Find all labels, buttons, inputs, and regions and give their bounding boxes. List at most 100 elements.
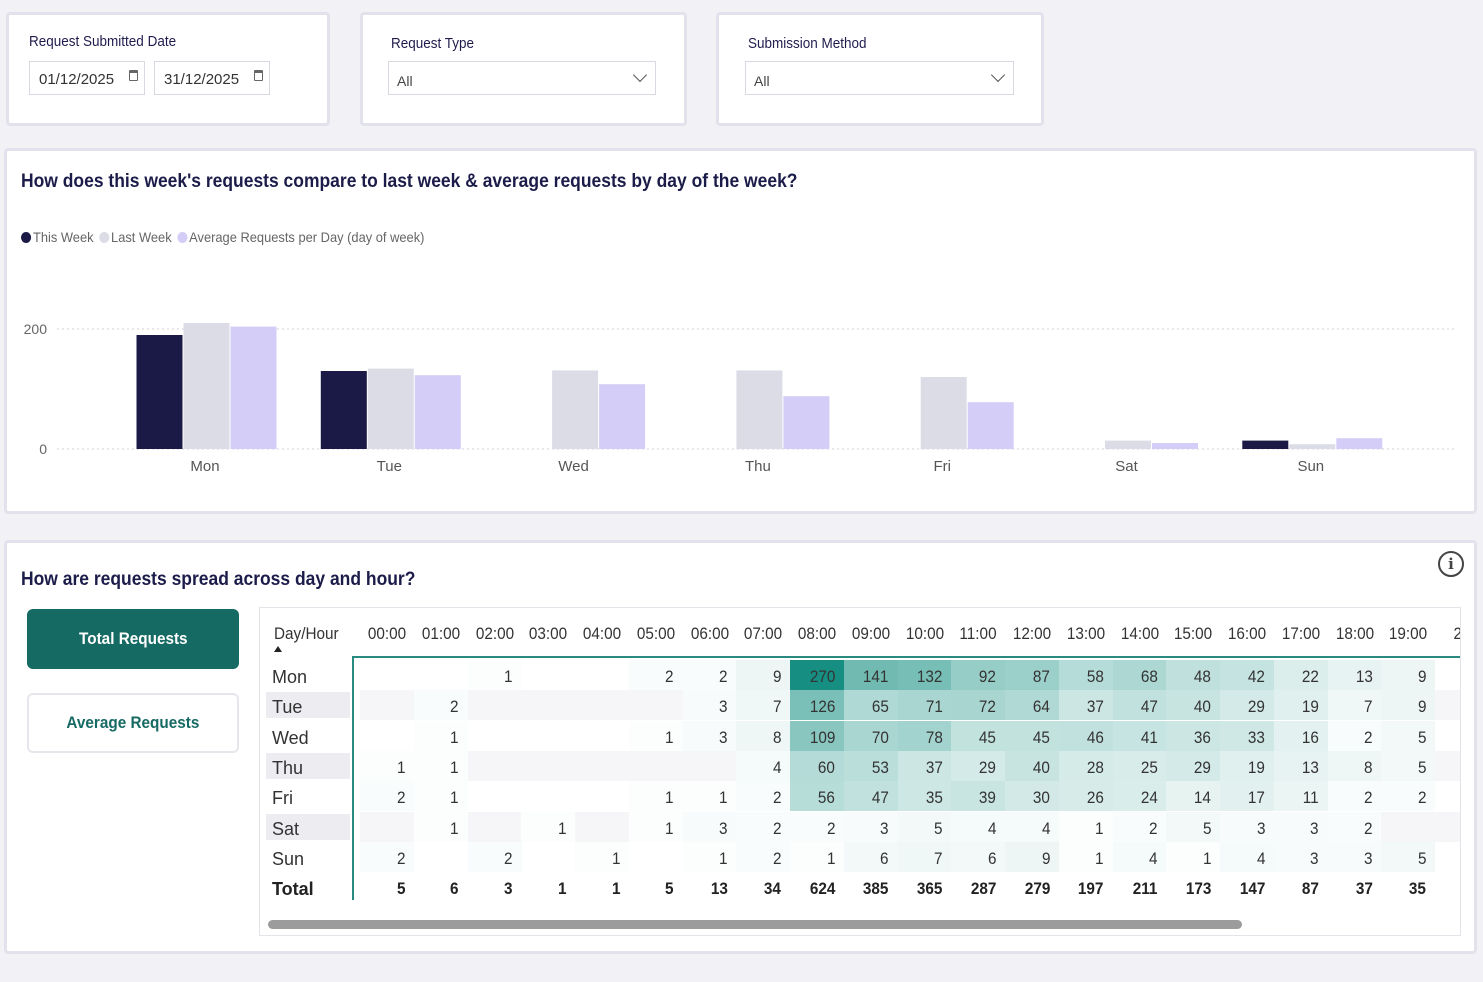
heatmap-cell[interactable]	[682, 750, 737, 781]
heatmap-cell[interactable]: 2	[1327, 811, 1382, 842]
heatmap-cell[interactable]: 26	[1058, 781, 1113, 812]
heatmap-cell[interactable]: 2	[1381, 781, 1436, 812]
heatmap-cell[interactable]: 2	[790, 811, 844, 842]
heatmap-cell[interactable]: 2	[736, 841, 791, 872]
heatmap-cell[interactable]: 141	[843, 660, 898, 690]
heatmap-cell[interactable]: 71	[897, 690, 952, 721]
heatmap-cell[interactable]: 47	[1112, 690, 1167, 721]
heatmap-cell[interactable]: 3	[843, 811, 898, 842]
heatmap-cell[interactable]: 1	[1058, 811, 1113, 842]
heatmap-cell[interactable]: 45	[951, 720, 1006, 751]
heatmap-matrix[interactable]: Day/Hour 00:00 01:00 02:00 03:00 04:00 05:00 0…	[259, 607, 1461, 936]
heatmap-cell[interactable]: 1	[413, 811, 468, 842]
heatmap-cell[interactable]: 47	[843, 781, 898, 812]
column-header[interactable]: 13:00	[1061, 624, 1110, 644]
heatmap-cell[interactable]: 109	[790, 720, 844, 751]
heatmap-cell[interactable]	[629, 842, 683, 872]
heatmap-cell[interactable]: 13	[1273, 750, 1328, 781]
heatmap-cell[interactable]: 65	[843, 690, 898, 721]
heatmap-cell[interactable]: 92	[951, 660, 1006, 690]
heatmap-cell[interactable]	[628, 750, 683, 781]
heatmap-cell[interactable]: 41	[1112, 720, 1167, 751]
heatmap-cell[interactable]: 68	[1112, 660, 1167, 690]
heatmap-cell[interactable]: 4	[1005, 811, 1059, 842]
info-icon[interactable]: i	[1438, 551, 1464, 577]
column-header[interactable]: 02:00	[470, 624, 519, 644]
column-header[interactable]: 07:00	[739, 624, 788, 644]
column-header[interactable]: 09:00	[846, 624, 895, 644]
heatmap-cell[interactable]: 3	[682, 690, 737, 721]
heatmap-cell[interactable]: 39	[951, 781, 1006, 812]
column-header[interactable]: 18:00	[1330, 624, 1379, 644]
heatmap-cell[interactable]: 9	[736, 660, 791, 690]
heatmap-cell[interactable]: 11	[1273, 781, 1328, 812]
heatmap-cell[interactable]: 4	[736, 750, 791, 781]
heatmap-cell[interactable]: 1	[628, 811, 683, 842]
heatmap-cell[interactable]	[467, 750, 522, 781]
heatmap-cell[interactable]: 14	[1166, 781, 1221, 812]
heatmap-cell[interactable]	[1435, 690, 1460, 721]
heatmap-cell[interactable]: 2	[1327, 781, 1382, 812]
heatmap-cell[interactable]: 1	[467, 660, 522, 690]
heatmap-cell[interactable]	[575, 721, 629, 751]
heatmap-cell[interactable]: 2	[360, 781, 414, 812]
heatmap-cell[interactable]: 1	[575, 841, 629, 872]
heatmap-cell[interactable]: 2	[413, 690, 468, 721]
heatmap-cell[interactable]: 40	[1005, 750, 1059, 781]
heatmap-cell[interactable]: 270	[790, 660, 844, 690]
heatmap-cell[interactable]	[575, 690, 629, 721]
heatmap-cell[interactable]	[360, 721, 414, 751]
heatmap-cell[interactable]: 132	[897, 660, 952, 690]
heatmap-cell[interactable]: 1	[1166, 841, 1221, 872]
heatmap-cell[interactable]	[1435, 721, 1460, 751]
heatmap-cell[interactable]: 5	[1381, 720, 1436, 751]
heatmap-cell[interactable]: 3	[1273, 811, 1328, 842]
heatmap-cell[interactable]	[468, 721, 522, 751]
heatmap-cell[interactable]: 8	[736, 720, 791, 751]
heatmap-cell[interactable]: 60	[790, 750, 844, 781]
heatmap-cell[interactable]: 2	[1112, 811, 1167, 842]
column-header[interactable]: 12:00	[1008, 624, 1057, 644]
column-header[interactable]: 11:00	[954, 624, 1003, 644]
heatmap-cell[interactable]: 7	[1327, 690, 1382, 721]
heatmap-cell[interactable]: 17	[1220, 781, 1274, 812]
heatmap-cell[interactable]: 7	[897, 841, 952, 872]
heatmap-cell[interactable]: 48	[1166, 660, 1221, 690]
heatmap-cell[interactable]: 2	[628, 660, 683, 690]
row-header[interactable]: Tue	[266, 692, 350, 719]
column-header[interactable]: 16:00	[1223, 624, 1272, 644]
heatmap-cell[interactable]: 2	[682, 660, 737, 690]
heatmap-cell[interactable]	[1435, 781, 1460, 811]
heatmap-cell[interactable]: 1	[682, 781, 737, 812]
heatmap-cell[interactable]: 3	[1220, 811, 1274, 842]
heatmap-cell[interactable]: 56	[790, 781, 844, 812]
row-header[interactable]: Mon	[266, 662, 350, 688]
heatmap-cell[interactable]: 5	[1381, 841, 1436, 872]
heatmap-cell[interactable]	[360, 660, 414, 690]
heatmap-cell[interactable]: 45	[1005, 720, 1059, 751]
heatmap-cell[interactable]: 1	[628, 781, 683, 812]
column-header[interactable]: 20	[1438, 624, 1460, 644]
row-header[interactable]: Sun	[266, 844, 350, 870]
heatmap-cell[interactable]	[467, 690, 522, 721]
heatmap-cell[interactable]: 87	[1005, 660, 1059, 690]
heatmap-cell[interactable]: 3	[1327, 841, 1382, 872]
heatmap-cell[interactable]: 5	[1381, 750, 1436, 781]
heatmap-cell[interactable]	[521, 690, 576, 721]
heatmap-cell[interactable]: 1	[413, 720, 468, 751]
heatmap-cell[interactable]	[1381, 811, 1436, 842]
heatmap-cell[interactable]: 5	[1166, 811, 1221, 842]
heatmap-cell[interactable]: 78	[897, 720, 952, 751]
row-header[interactable]: Wed	[266, 723, 350, 749]
heatmap-cell[interactable]: 70	[843, 720, 898, 751]
column-header[interactable]: 10:00	[900, 624, 949, 644]
heatmap-cell[interactable]: 9	[1005, 841, 1059, 872]
heatmap-cell[interactable]: 2	[1327, 720, 1382, 751]
heatmap-cell[interactable]	[414, 842, 468, 872]
heatmap-cell[interactable]: 4	[1220, 841, 1274, 872]
column-header[interactable]: 17:00	[1276, 624, 1325, 644]
total-requests-button[interactable]: Total Requests	[27, 609, 239, 669]
column-header[interactable]: 06:00	[685, 624, 734, 644]
heatmap-cell[interactable]: 1	[413, 750, 468, 781]
heatmap-cell[interactable]: 1	[628, 720, 683, 751]
